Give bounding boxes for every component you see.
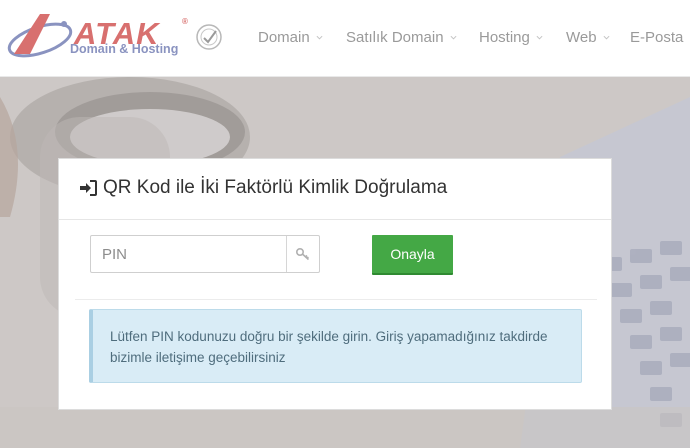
nav-item-satilik-domain[interactable]: Satılık Domain: [346, 29, 457, 46]
nav-item-label: Hosting: [479, 29, 530, 46]
chevron-down-icon: [316, 35, 323, 40]
site-header: ATAK ® Domain & Hosting Domain Satılık D…: [0, 0, 690, 77]
nav-item-e-posta[interactable]: E-Posta: [630, 29, 683, 46]
chevron-down-icon: [450, 35, 457, 40]
nav-item-label: E-Posta: [630, 29, 684, 46]
card-title-text: QR Kod ile İki Faktörlü Kimlik Doğrulama: [103, 177, 448, 198]
logo-registered-mark: ®: [182, 17, 188, 26]
logo-tagline: Domain & Hosting: [70, 42, 179, 56]
pin-input[interactable]: [91, 236, 288, 272]
nav-item-label: Web: [566, 29, 597, 46]
chevron-down-icon: [536, 35, 543, 40]
two-factor-card: QR Kod ile İki Faktörlü Kimlik Doğrulama…: [58, 158, 612, 410]
info-alert: Lütfen PIN kodunuzu doğru bir şekilde gi…: [89, 309, 582, 383]
pin-input-group: [90, 235, 320, 273]
info-alert-text: Lütfen PIN kodunuzu doğru bir şekilde gi…: [110, 329, 548, 365]
chevron-down-icon: [603, 35, 610, 40]
nav-item-hosting[interactable]: Hosting: [479, 29, 543, 46]
nav-item-domain[interactable]: Domain: [258, 29, 323, 46]
icann-seal-icon: [196, 24, 222, 50]
confirm-button[interactable]: Onayla: [372, 235, 453, 275]
nav-item-web[interactable]: Web: [566, 29, 610, 46]
divider: [75, 299, 597, 300]
card-title: QR Kod ile İki Faktörlü Kimlik Doğrulama: [79, 177, 447, 199]
nav-item-label: Domain: [258, 29, 310, 46]
card-header: QR Kod ile İki Faktörlü Kimlik Doğrulama: [59, 159, 611, 220]
site-logo[interactable]: ATAK ® Domain & Hosting: [6, 10, 231, 66]
key-icon: [295, 247, 310, 261]
nav-item-label: Satılık Domain: [346, 29, 444, 46]
pin-input-addon: [286, 236, 319, 272]
sign-in-icon: [80, 180, 97, 196]
